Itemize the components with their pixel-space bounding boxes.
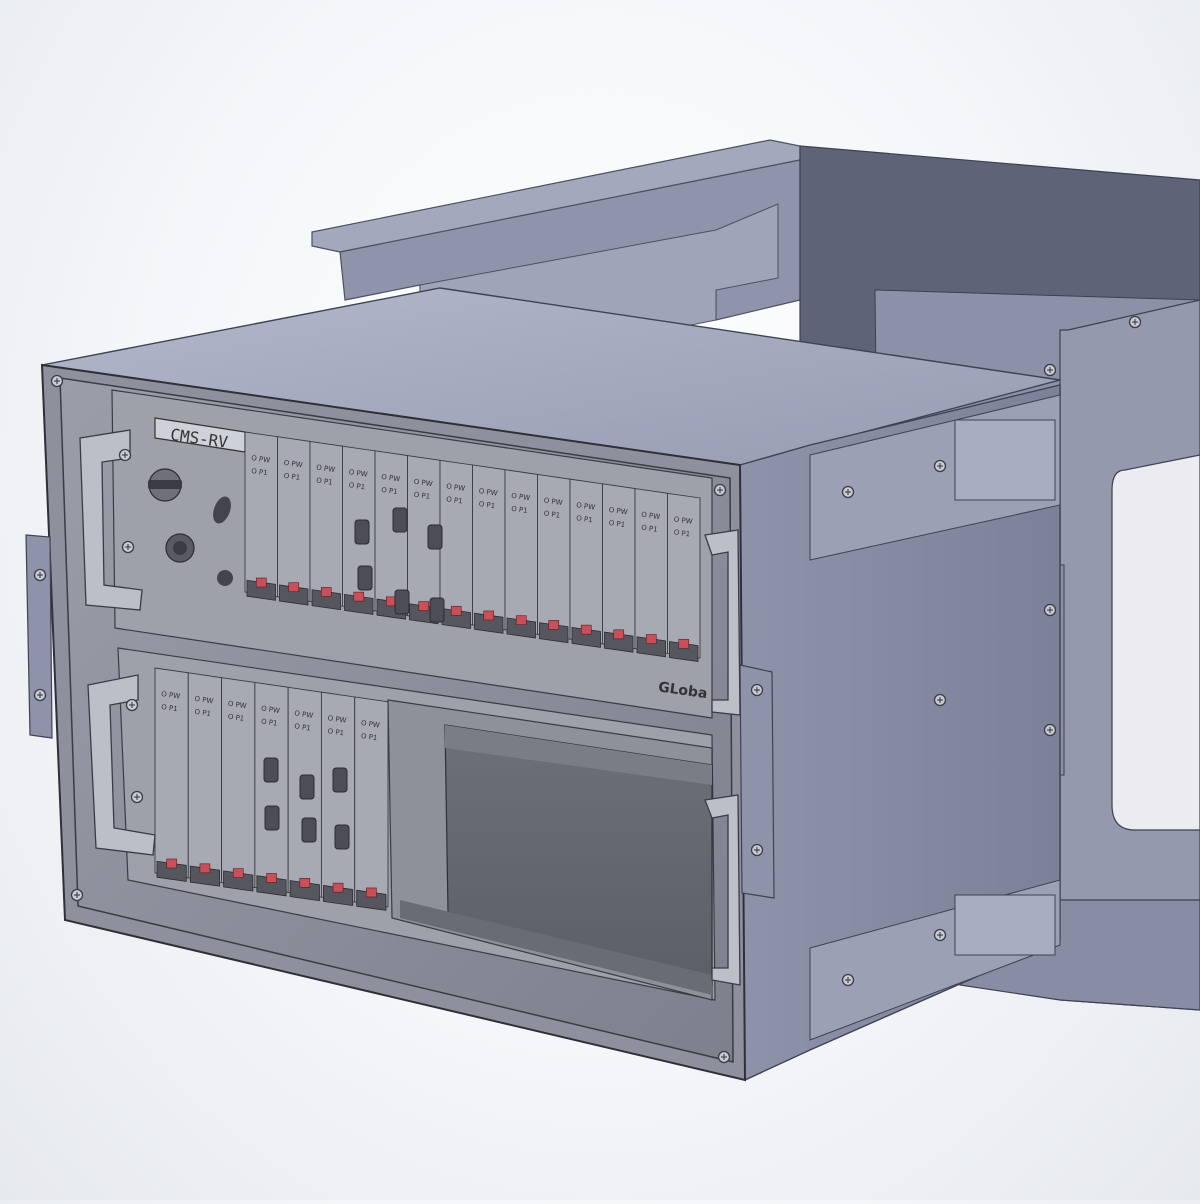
cad-model-scene: CMS-RV O PWO P1O PWO P1O PWO P1O PWO P1O… <box>25 139 1200 1082</box>
rj45-port-icon <box>263 757 279 783</box>
card-module: O PWO P1 <box>504 469 538 639</box>
cad-viewport[interactable]: CMS-RV O PW O P1 O PW O P1 O PW O P1 O PW O P1 O… <box>0 0 1200 1200</box>
db9-port-icon <box>299 774 315 800</box>
card-module: O PWO P1 <box>254 681 289 897</box>
screw-icon <box>70 888 84 902</box>
card-module: O PWO P1 <box>309 440 343 611</box>
card-module: O PWO P1 <box>187 672 223 887</box>
card-module: O PWO P1 <box>320 691 356 906</box>
db9-port-icon <box>301 817 317 843</box>
left-mount-flange <box>25 534 53 739</box>
screw-icon <box>717 1050 731 1064</box>
db9-port-icon <box>392 507 408 533</box>
right-mount-ear <box>739 664 775 899</box>
card-module: O PWO P1 <box>569 478 603 648</box>
card-module: O PWO P1 <box>244 431 278 601</box>
card-module: O PWO P1 <box>154 667 189 882</box>
db9-port-icon <box>334 824 350 850</box>
screw-icon <box>1128 315 1142 329</box>
screw-icon <box>118 448 132 462</box>
rj45-port-icon <box>264 805 280 831</box>
screw-icon <box>33 688 47 702</box>
rj45-port-icon <box>354 519 370 545</box>
screw-icon <box>841 973 855 987</box>
screw-icon <box>1043 363 1057 377</box>
db9-port-icon <box>394 589 410 615</box>
screw-icon <box>125 698 139 712</box>
screw-icon <box>121 540 135 554</box>
card-module: O PWO P1 <box>537 473 571 644</box>
screw-icon <box>50 374 64 388</box>
screw-icon <box>33 568 47 582</box>
screw-icon <box>841 485 855 499</box>
card-module: O PWO P1 <box>667 492 701 663</box>
screw-icon <box>713 483 727 497</box>
card-module: O PWO P1 <box>472 464 506 634</box>
round-connector-icon <box>165 533 195 563</box>
screw-icon <box>130 790 144 804</box>
key-switch-icon <box>148 468 182 502</box>
screw-icon <box>933 928 947 942</box>
screw-icon <box>933 459 947 473</box>
card-module: O PWO P1 <box>277 436 311 606</box>
db9-port-icon <box>427 524 443 550</box>
db9-port-icon <box>429 597 445 623</box>
screw-icon <box>750 843 764 857</box>
card-module: O PWO P1 <box>354 696 389 911</box>
card-module: O PWO P1 <box>221 677 256 892</box>
screw-icon <box>1043 603 1057 617</box>
card-module: O PWO P1 <box>602 483 636 653</box>
card-module: O PWO P1 <box>439 459 473 630</box>
db9-port-icon <box>332 767 348 793</box>
screw-icon <box>750 683 764 697</box>
screw-icon <box>933 693 947 707</box>
db9-port-icon <box>357 565 373 591</box>
screw-icon <box>1043 723 1057 737</box>
card-module: O PWO P1 <box>634 488 668 658</box>
